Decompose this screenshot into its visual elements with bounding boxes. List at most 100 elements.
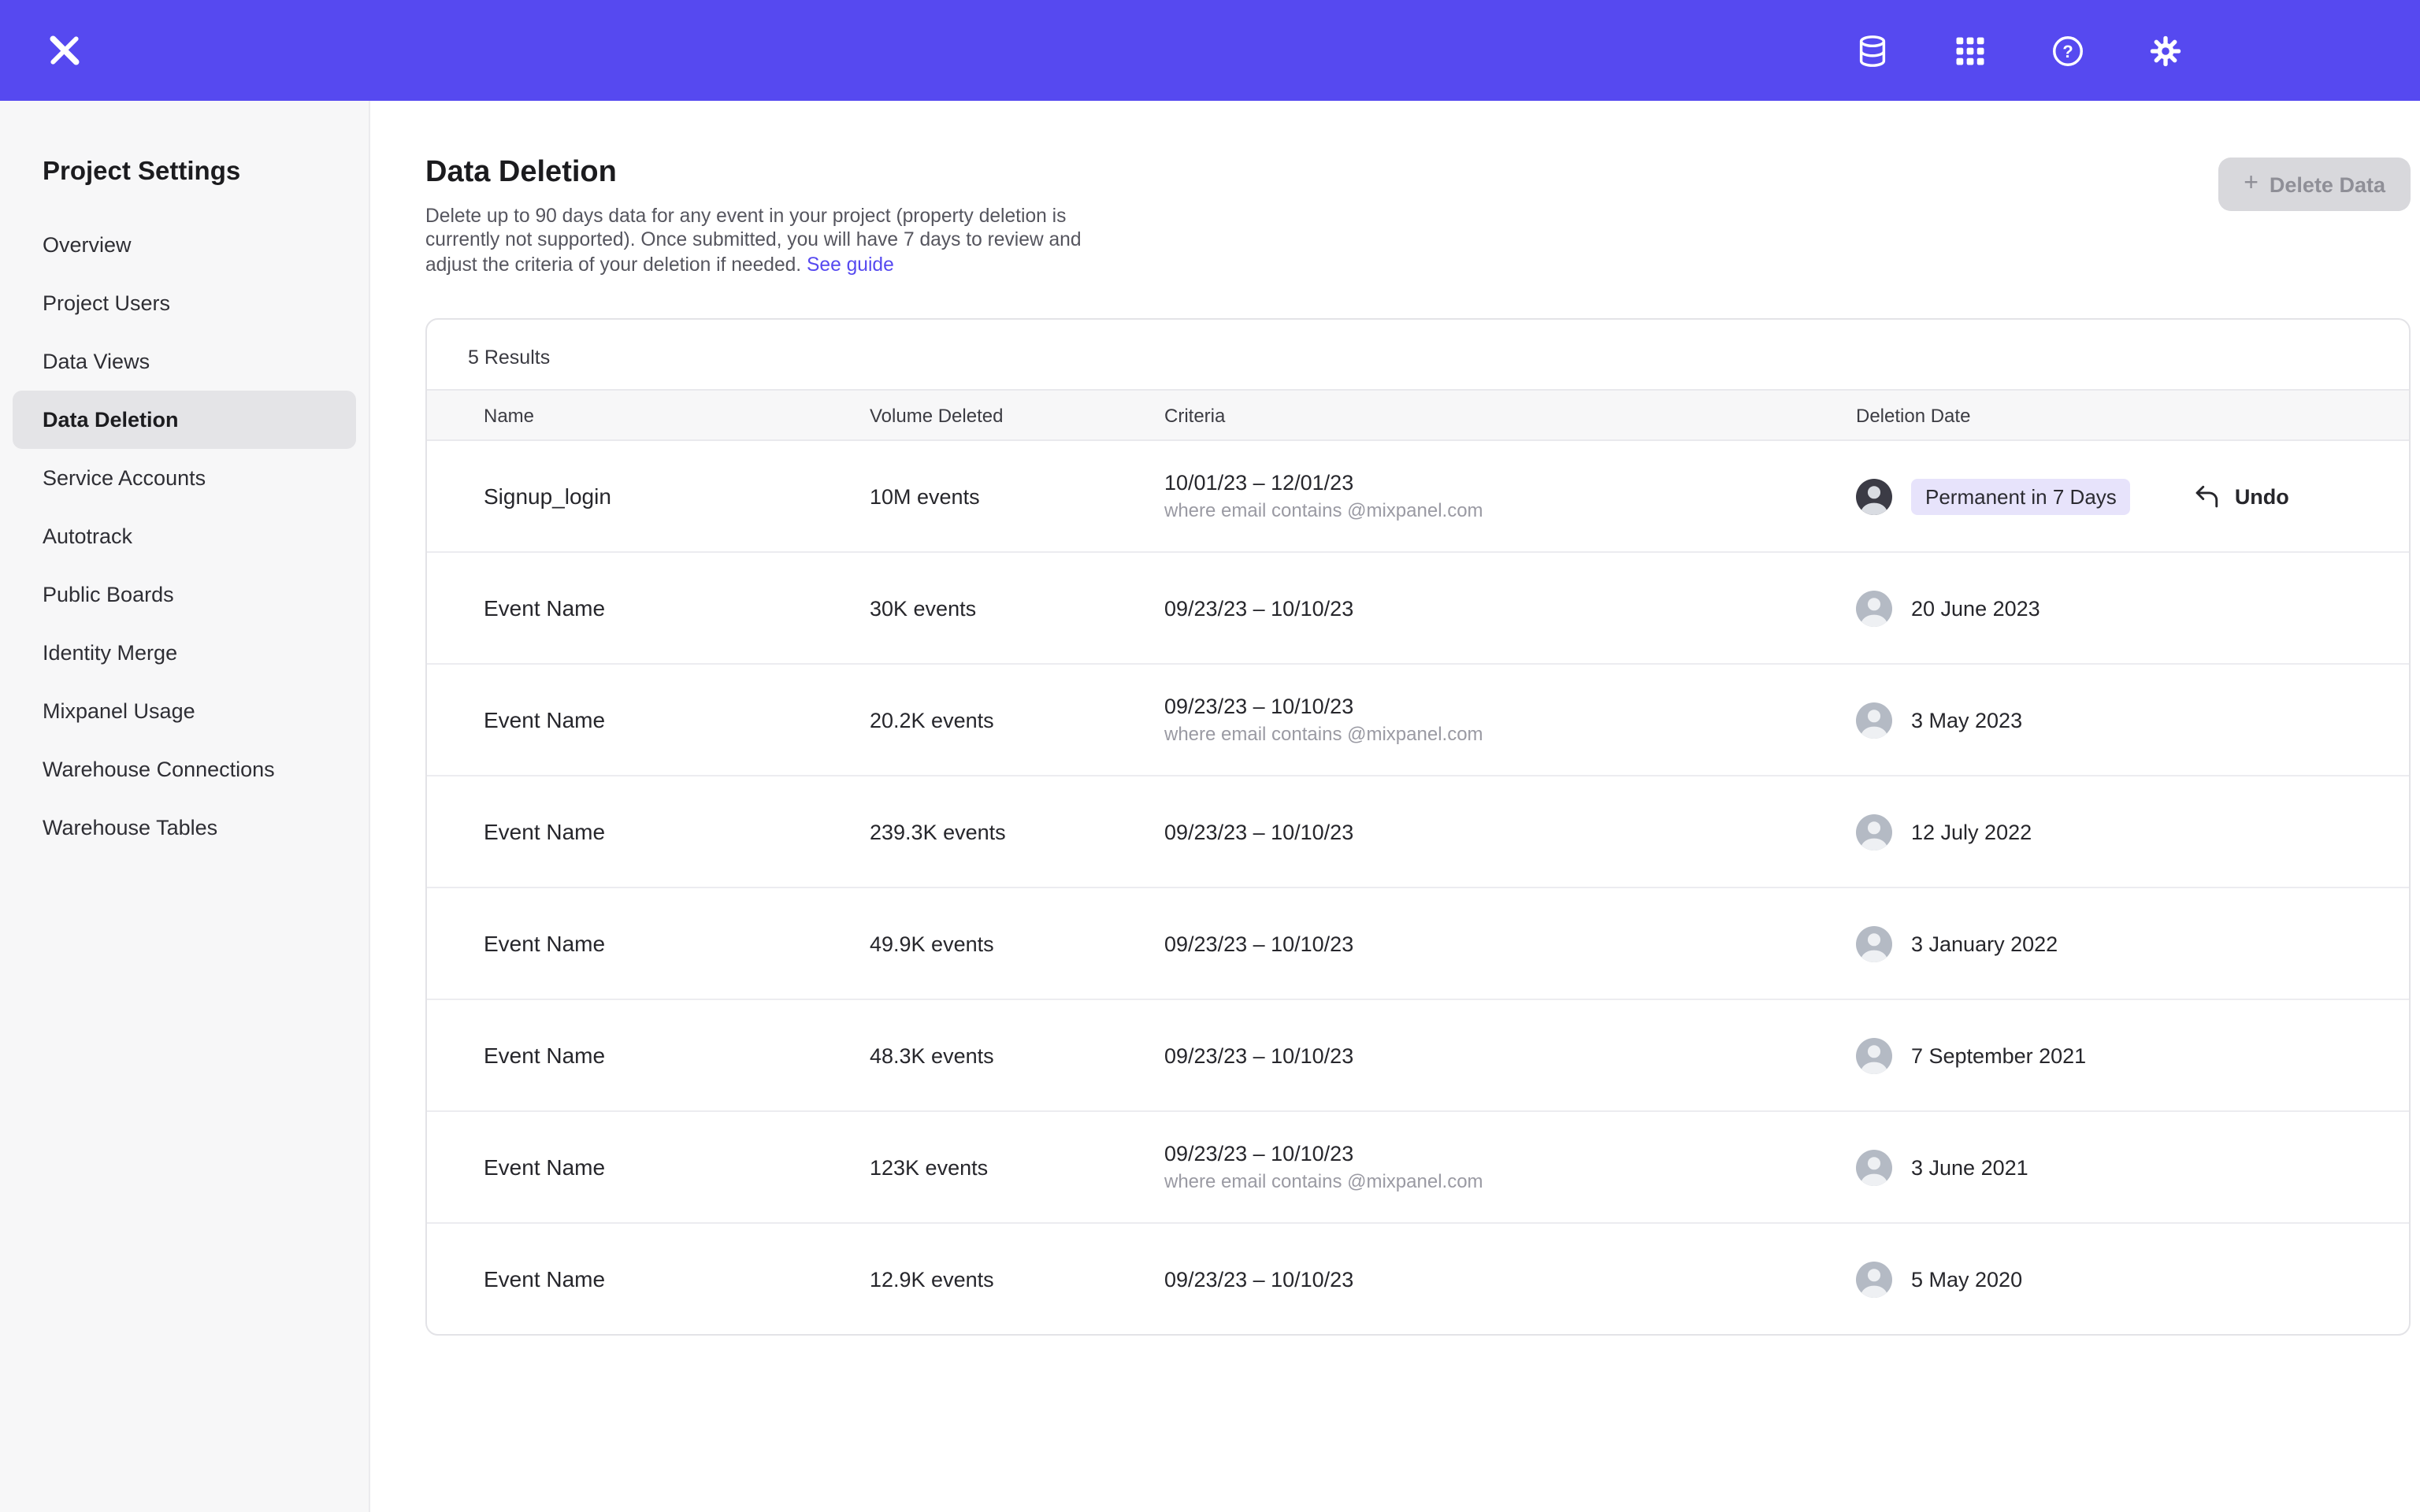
row-criteria: 09/23/23 – 10/10/23	[1164, 1043, 1856, 1067]
sidebar-title: Project Settings	[0, 158, 369, 187]
sidebar-item-warehouse-connections[interactable]: Warehouse Connections	[13, 740, 356, 799]
avatar	[1856, 1037, 1892, 1073]
settings-sidebar: Project Settings Overview Project Users …	[0, 101, 370, 1512]
row-criteria-range: 10/01/23 – 12/01/23	[1164, 471, 1856, 495]
deletion-date-text: 3 January 2022	[1911, 932, 2058, 955]
row-volume: 30K events	[870, 596, 1164, 620]
sidebar-item-autotrack[interactable]: Autotrack	[13, 507, 356, 565]
results-count: 5 Results	[427, 320, 2409, 389]
avatar	[1856, 702, 1892, 738]
page-description-text: Delete up to 90 days data for any event …	[425, 205, 1082, 275]
undo-label: Undo	[2235, 484, 2289, 508]
undo-button[interactable]: Undo	[2194, 483, 2289, 510]
app-window: ? Project Settings	[0, 0, 2420, 1512]
row-volume: 48.3K events	[870, 1043, 1164, 1067]
main-content: Data Deletion Delete up to 90 days data …	[370, 101, 2420, 1512]
row-volume: 10M events	[870, 484, 1164, 508]
avatar	[1856, 478, 1892, 514]
row-criteria: 10/01/23 – 12/01/23 where email contains…	[1164, 471, 1856, 521]
settings-icon[interactable]	[2146, 32, 2184, 69]
deletion-date-text: 12 July 2022	[1911, 820, 2032, 843]
avatar	[1856, 1149, 1892, 1185]
table-row: Event Name 123K events 09/23/23 – 10/10/…	[427, 1110, 2409, 1222]
row-criteria-filter: where email contains @mixpanel.com	[1164, 1170, 1856, 1192]
row-deletion-date: 12 July 2022	[1856, 813, 2409, 850]
undo-icon	[2194, 483, 2221, 510]
row-criteria: 09/23/23 – 10/10/23	[1164, 596, 1856, 620]
sidebar-item-project-users[interactable]: Project Users	[13, 274, 356, 332]
sidebar-item-mixpanel-usage[interactable]: Mixpanel Usage	[13, 682, 356, 740]
table-row: Event Name 20.2K events 09/23/23 – 10/10…	[427, 663, 2409, 775]
deletion-date-text: 3 June 2021	[1911, 1155, 2028, 1179]
row-deletion-date: 3 May 2023	[1856, 702, 2409, 738]
row-deletion-date: Permanent in 7 Days Undo	[1856, 478, 2409, 514]
sidebar-item-data-deletion[interactable]: Data Deletion	[13, 391, 356, 449]
deletion-table-card: 5 Results Name Volume Deleted Criteria D…	[425, 318, 2411, 1336]
table-row: Event Name 239.3K events 09/23/23 – 10/1…	[427, 775, 2409, 887]
column-header-volume: Volume Deleted	[870, 404, 1164, 426]
page-description: Delete up to 90 days data for any event …	[425, 205, 1131, 277]
mixpanel-logo-icon[interactable]	[47, 32, 85, 69]
table-row: Event Name 49.9K events 09/23/23 – 10/10…	[427, 887, 2409, 999]
row-name: Event Name	[484, 1154, 870, 1180]
row-volume: 239.3K events	[870, 820, 1164, 843]
avatar	[1856, 1261, 1892, 1297]
see-guide-link[interactable]: See guide	[807, 253, 894, 275]
data-icon[interactable]	[1853, 32, 1891, 69]
row-name: Signup_login	[484, 484, 870, 509]
row-criteria-range: 09/23/23 – 10/10/23	[1164, 1267, 1856, 1291]
column-header-name: Name	[484, 404, 870, 426]
apps-grid-icon[interactable]	[1950, 32, 1988, 69]
svg-text:?: ?	[2062, 41, 2072, 61]
sidebar-item-overview[interactable]: Overview	[13, 216, 356, 274]
top-navigation-bar: ?	[0, 0, 2420, 101]
avatar	[1856, 925, 1892, 962]
row-criteria: 09/23/23 – 10/10/23 where email contains…	[1164, 695, 1856, 745]
plus-icon: +	[2244, 172, 2259, 197]
sidebar-item-service-accounts[interactable]: Service Accounts	[13, 449, 356, 507]
delete-data-button-label: Delete Data	[2270, 172, 2385, 196]
row-deletion-date: 7 September 2021	[1856, 1037, 2409, 1073]
status-badge: Permanent in 7 Days	[1911, 478, 2131, 514]
deletion-date-text: 7 September 2021	[1911, 1043, 2086, 1067]
row-volume: 12.9K events	[870, 1267, 1164, 1291]
topbar-icon-group: ?	[1853, 32, 2184, 69]
page-title: Data Deletion	[425, 156, 2411, 191]
row-name: Event Name	[484, 931, 870, 956]
table-header-row: Name Volume Deleted Criteria Deletion Da…	[427, 389, 2409, 441]
row-criteria: 09/23/23 – 10/10/23	[1164, 932, 1856, 955]
row-deletion-date: 5 May 2020	[1856, 1261, 2409, 1297]
table-row: Event Name 48.3K events 09/23/23 – 10/10…	[427, 999, 2409, 1110]
deletion-date-text: 3 May 2023	[1911, 708, 2022, 732]
help-icon[interactable]: ?	[2048, 32, 2086, 69]
table-row: Event Name 12.9K events 09/23/23 – 10/10…	[427, 1222, 2409, 1334]
sidebar-item-warehouse-tables[interactable]: Warehouse Tables	[13, 799, 356, 857]
row-criteria-range: 09/23/23 – 10/10/23	[1164, 820, 1856, 843]
delete-data-button[interactable]: + Delete Data	[2218, 158, 2411, 211]
row-name: Event Name	[484, 1043, 870, 1068]
row-volume: 123K events	[870, 1155, 1164, 1179]
avatar	[1856, 813, 1892, 850]
sidebar-item-data-views[interactable]: Data Views	[13, 332, 356, 391]
row-name: Event Name	[484, 595, 870, 621]
row-criteria-filter: where email contains @mixpanel.com	[1164, 499, 1856, 521]
row-deletion-date: 3 June 2021	[1856, 1149, 2409, 1185]
row-deletion-date: 3 January 2022	[1856, 925, 2409, 962]
row-volume: 20.2K events	[870, 708, 1164, 732]
row-name: Event Name	[484, 1266, 870, 1292]
table-row: Event Name 30K events 09/23/23 – 10/10/2…	[427, 551, 2409, 663]
row-deletion-date: 20 June 2023	[1856, 590, 2409, 626]
column-header-criteria: Criteria	[1164, 404, 1856, 426]
row-volume: 49.9K events	[870, 932, 1164, 955]
deletion-date-text: 20 June 2023	[1911, 596, 2040, 620]
sidebar-item-public-boards[interactable]: Public Boards	[13, 565, 356, 624]
row-criteria-range: 09/23/23 – 10/10/23	[1164, 1142, 1856, 1166]
row-criteria: 09/23/23 – 10/10/23 where email contains…	[1164, 1142, 1856, 1192]
sidebar-item-identity-merge[interactable]: Identity Merge	[13, 624, 356, 682]
row-criteria-range: 09/23/23 – 10/10/23	[1164, 695, 1856, 718]
deletion-date-text: 5 May 2020	[1911, 1267, 2022, 1291]
row-criteria: 09/23/23 – 10/10/23	[1164, 820, 1856, 843]
row-criteria-range: 09/23/23 – 10/10/23	[1164, 596, 1856, 620]
column-header-deletion-date: Deletion Date	[1856, 404, 2409, 426]
row-name: Event Name	[484, 819, 870, 844]
